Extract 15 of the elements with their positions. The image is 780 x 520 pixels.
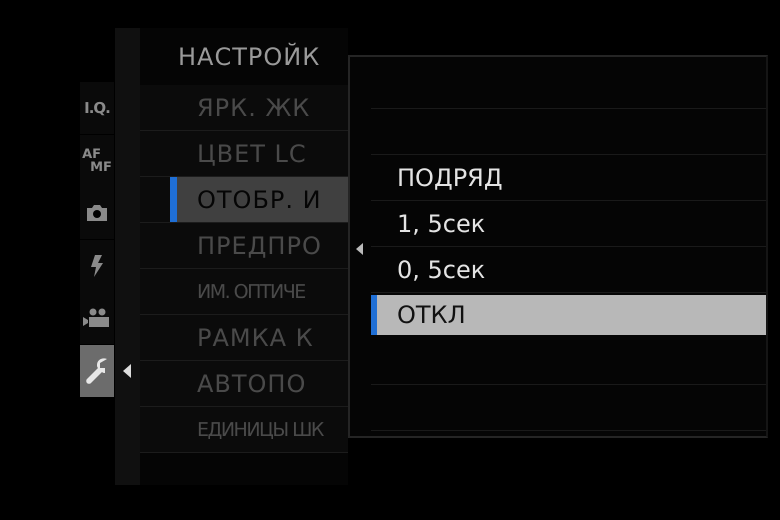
option-item[interactable]: 1, 5сек xyxy=(371,201,766,247)
option-item[interactable]: ОТКЛ xyxy=(371,295,766,335)
menu-item[interactable]: ПРЕДПРО xyxy=(140,223,348,269)
menu-tab[interactable]: AF MF xyxy=(80,134,114,187)
option-item[interactable]: ПОДРЯД xyxy=(371,155,766,201)
menu-title: НАСТРОЙК xyxy=(177,42,322,72)
menu-item[interactable]: ЯРК. ЖК xyxy=(140,85,348,131)
menu-item[interactable]: РАМКА К xyxy=(140,315,348,361)
menu-item[interactable]: ИМ. ОПТИЧЕ xyxy=(140,269,348,315)
menu-item[interactable]: ОТОБР. И xyxy=(140,177,348,223)
option-item[interactable]: 0, 5сек xyxy=(371,247,766,293)
menu-tab[interactable]: I.Q. xyxy=(80,82,114,134)
menu-item[interactable]: АВТОПО xyxy=(140,361,348,407)
menu-item[interactable]: ЦВЕТ LC xyxy=(140,131,348,177)
menu-item[interactable]: ЕДИНИЦЫ ШК xyxy=(140,407,348,453)
